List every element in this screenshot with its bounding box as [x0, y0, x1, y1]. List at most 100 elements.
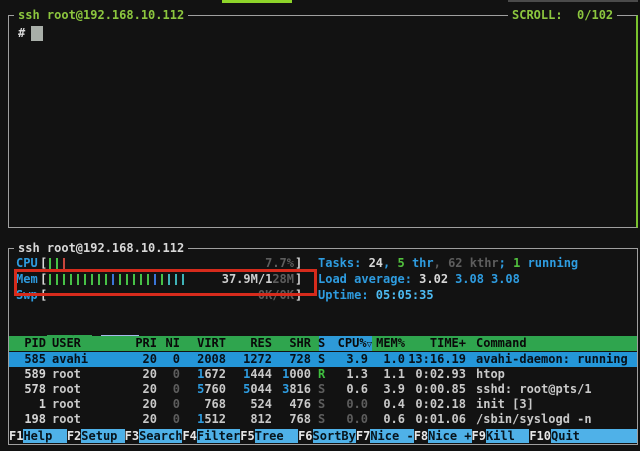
header-state[interactable]: S: [318, 336, 330, 351]
cell-time: 0:01.06: [406, 412, 466, 427]
header-time[interactable]: TIME+: [406, 336, 466, 351]
fkey-kill-button[interactable]: Kill: [486, 429, 529, 443]
cell-time: 0:02.93: [406, 367, 466, 382]
cell-command: sshd: root@pts/1: [476, 382, 636, 397]
cell-time: 13:16.19: [406, 352, 466, 367]
tasks-label: Tasks:: [318, 256, 369, 270]
tasks-count: 24: [369, 256, 383, 270]
cell-pri: 20: [132, 412, 157, 427]
fkey-sortby-button[interactable]: SortBy: [313, 429, 356, 443]
shr-kb-digits: 000: [289, 367, 311, 381]
load-5min: 3.08: [455, 272, 484, 286]
shr-kb-digits: 476: [289, 397, 311, 411]
cell-user: root: [52, 367, 132, 382]
header-res[interactable]: RES: [228, 336, 272, 351]
cell-cpu: 0.0: [330, 397, 368, 412]
cell-user: root: [52, 412, 132, 427]
cell-ni: 0: [158, 397, 180, 412]
table-row[interactable]: 198 root 20 0 1512 812 768 S 0.0 0.6 0:0…: [9, 412, 637, 427]
table-row-selected[interactable]: 585 avahi 20 0 2008 1272 728 S 3.9 1.0 1…: [9, 352, 637, 367]
cell-ni: 0: [158, 382, 180, 397]
table-row[interactable]: 578 root 20 0 5760 5044 3816 S 0.6 3.9 0…: [9, 382, 637, 397]
cell-virt: 768: [182, 397, 226, 412]
shr-kb-digits: 728: [289, 352, 311, 366]
cell-mem: 0.6: [372, 412, 405, 427]
kthread-text: , 62 kthr: [434, 256, 499, 270]
cell-virt: 1672: [182, 367, 226, 382]
process-table-header[interactable]: CPU%▽ PID USER PRI NI VIRT RES SHR S MEM…: [9, 336, 637, 351]
res-kb-digits: 272: [250, 352, 272, 366]
virt-kb-digits: 768: [204, 397, 226, 411]
cell-ni: 0: [158, 352, 180, 367]
fkey-search-button[interactable]: Search: [139, 429, 182, 443]
cell-time: 0:02.18: [406, 397, 466, 412]
fkey-f3: F3: [125, 429, 139, 443]
cell-command: init [3]: [476, 397, 636, 412]
red-annotation-box: [14, 269, 317, 296]
fkey-f4: F4: [182, 429, 196, 443]
fkey-nice-minus-button[interactable]: Nice -: [370, 429, 413, 443]
cell-mem: 1.0: [372, 352, 405, 367]
running-label: running: [520, 256, 578, 270]
load-1min: 3.02: [419, 272, 448, 286]
res-kb-digits: 812: [250, 412, 272, 426]
cell-shr: 768: [274, 412, 311, 427]
table-row[interactable]: 1 root 20 0 768 524 476 S 0.0 0.4 0:02.1…: [9, 397, 637, 412]
cell-res: 1444: [228, 367, 272, 382]
header-shr[interactable]: SHR: [274, 336, 311, 351]
table-row[interactable]: 589 root 20 0 1672 1444 1000 R 1.3 1.1 0…: [9, 367, 637, 382]
cell-shr: 1000: [274, 367, 311, 382]
virt-kb-digits: 760: [204, 382, 226, 396]
fkey-f1: F1: [9, 429, 23, 443]
top-terminal-pane[interactable]: #: [8, 15, 638, 228]
uptime-label: Uptime:: [318, 288, 376, 302]
cell-pid: 589: [12, 367, 46, 382]
fkey-f8: F8: [414, 429, 428, 443]
virt-kb-digits: 512: [204, 412, 226, 426]
fkey-tree-button[interactable]: Tree: [255, 429, 298, 443]
cell-res: 1272: [228, 352, 272, 367]
cell-state: S: [318, 382, 330, 397]
cell-mem: 0.4: [372, 397, 405, 412]
cell-command: /sbin/syslogd -n: [476, 412, 636, 427]
cell-virt: 5760: [182, 382, 226, 397]
fkey-f2: F2: [67, 429, 81, 443]
load-15min: 3.08: [491, 272, 520, 286]
thread-label: thr: [405, 256, 434, 270]
header-ni[interactable]: NI: [158, 336, 180, 351]
thread-count: 5: [397, 256, 404, 270]
cell-mem: 1.1: [372, 367, 405, 382]
cell-user: root: [52, 382, 132, 397]
fkey-filter-button[interactable]: Filter: [197, 429, 240, 443]
header-user[interactable]: USER: [52, 336, 132, 351]
cell-command: avahi-daemon: running: [476, 352, 636, 367]
shr-kb-digits: 768: [289, 412, 311, 426]
terminal-cursor: [31, 26, 43, 41]
fkey-setup-button[interactable]: Setup: [81, 429, 124, 443]
cell-cpu: 1.3: [330, 367, 368, 382]
cell-ni: 0: [158, 412, 180, 427]
cell-state: S: [318, 397, 330, 412]
function-key-bar: F1Help F2Setup F3SearchF4FilterF5Tree F6…: [9, 429, 637, 443]
cell-shr: 476: [274, 397, 311, 412]
load-average-summary: Load average: 3.023.083.08: [318, 272, 520, 287]
cell-ni: 0: [158, 367, 180, 382]
scroll-indicator: SCROLL: 0/102: [508, 8, 617, 23]
fkey-nice-plus-button[interactable]: Nice +: [428, 429, 471, 443]
fkey-f5: F5: [240, 429, 254, 443]
top-pane-title: ssh root@192.168.10.112: [14, 8, 188, 23]
header-pri[interactable]: PRI: [132, 336, 157, 351]
header-pid[interactable]: PID: [12, 336, 46, 351]
cell-shr: 3816: [274, 382, 311, 397]
header-command[interactable]: Command: [476, 336, 636, 351]
tasks-summary: Tasks: 24, 5 thr, 62 kthr; 1 running: [318, 256, 578, 271]
fkey-quit-button[interactable]: Quit: [551, 429, 637, 443]
tasks-sep: ,: [383, 256, 397, 270]
cell-pri: 20: [132, 397, 157, 412]
header-virt[interactable]: VIRT: [182, 336, 226, 351]
header-mem[interactable]: MEM%: [372, 336, 405, 351]
video-artifact-gray-line: [508, 0, 638, 2]
cell-state: R: [318, 367, 330, 382]
fkey-help-button[interactable]: Help: [23, 429, 66, 443]
cell-virt: 1512: [182, 412, 226, 427]
